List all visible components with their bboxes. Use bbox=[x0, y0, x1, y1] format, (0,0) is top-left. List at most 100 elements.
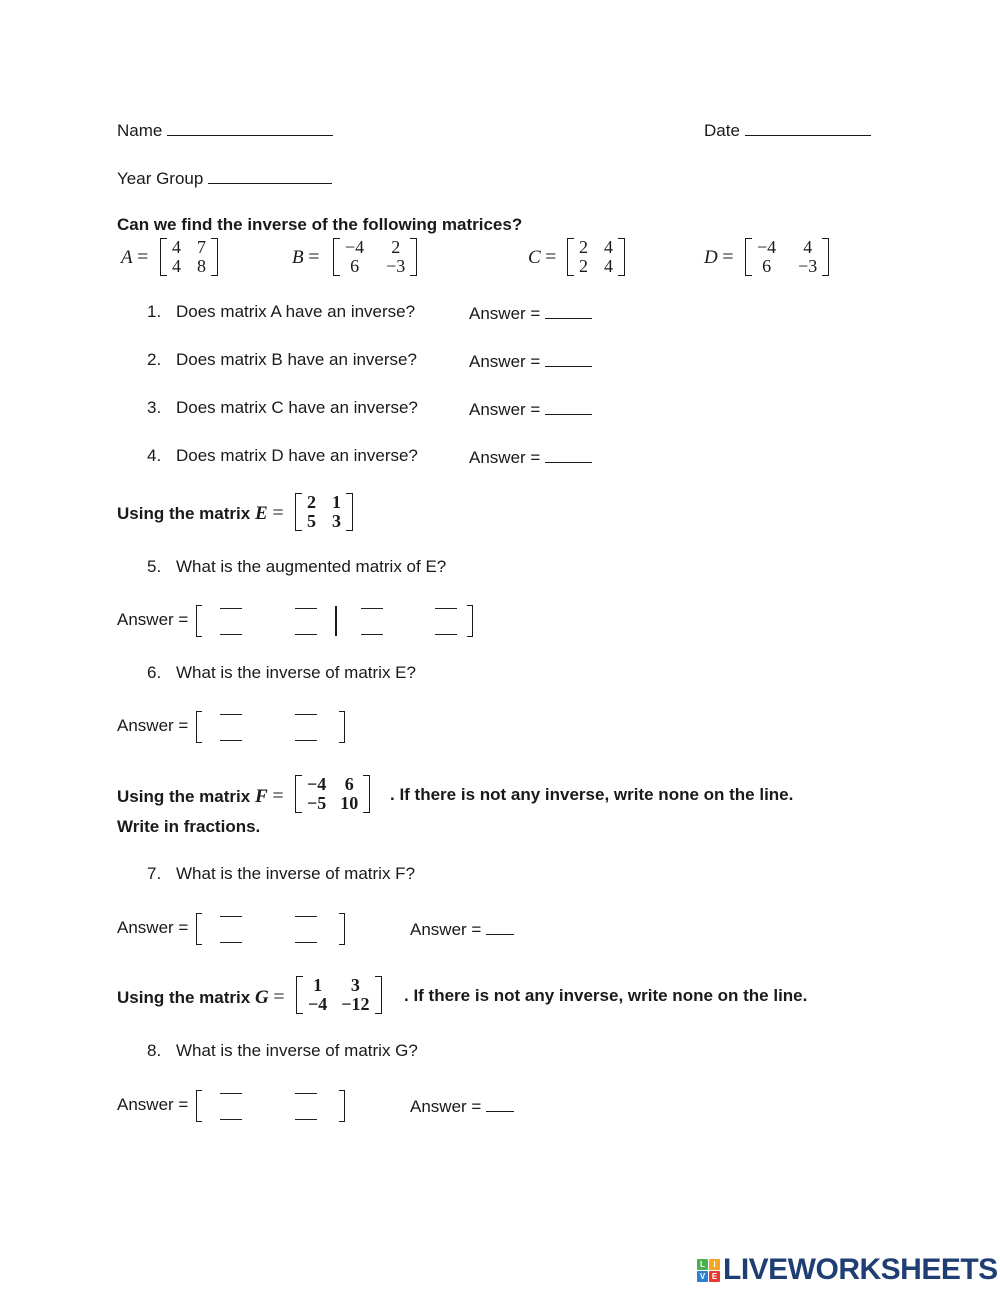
answer-6-inverse-matrix bbox=[196, 707, 345, 747]
answer-4-input[interactable] bbox=[545, 446, 593, 463]
matrix-e-cell: 2 bbox=[307, 492, 316, 512]
fraction-input[interactable] bbox=[295, 1090, 317, 1122]
matrix-e: 2 1 5 3 bbox=[295, 493, 353, 531]
answer-7-none: Answer = bbox=[410, 918, 515, 940]
logo-tile: E bbox=[709, 1270, 720, 1282]
matrix-f-cell: −4 bbox=[307, 774, 327, 794]
matrix-b-cell: −4 bbox=[345, 237, 365, 257]
matrix-b-cell: 2 bbox=[391, 237, 401, 257]
answer-1-input[interactable] bbox=[545, 302, 593, 319]
answer-7-inverse-matrix bbox=[196, 909, 345, 949]
answer-4: Answer = bbox=[469, 446, 593, 468]
fraction-input[interactable] bbox=[435, 605, 457, 637]
matrix-g-cell: 3 bbox=[350, 975, 360, 995]
year-group-label: Year Group bbox=[117, 169, 204, 188]
answer-3-input[interactable] bbox=[545, 398, 593, 415]
matrix-c-cell: 4 bbox=[604, 256, 613, 276]
answer-1: Answer = bbox=[469, 302, 593, 324]
logo-tile: L bbox=[697, 1258, 708, 1270]
question-1: 1. Does matrix A have an inverse? bbox=[147, 302, 416, 321]
date-field: Date bbox=[704, 119, 871, 141]
name-label: Name bbox=[117, 121, 163, 140]
logo-tiles-icon: L I V E bbox=[697, 1258, 720, 1282]
matrix-d-cell: 4 bbox=[803, 237, 813, 257]
question-7: 7. What is the inverse of matrix F? bbox=[147, 864, 416, 883]
fraction-input[interactable] bbox=[220, 711, 242, 743]
section3-instruction: . If there is not any inverse, write non… bbox=[390, 785, 794, 804]
name-input-line[interactable] bbox=[167, 119, 334, 136]
fraction-input[interactable] bbox=[220, 605, 242, 637]
section3-instruction-2: Write in fractions. bbox=[117, 817, 261, 836]
fraction-input[interactable] bbox=[220, 1090, 242, 1122]
answer-2: Answer = bbox=[469, 350, 593, 372]
matrix-a-label: A = bbox=[121, 246, 149, 268]
matrix-a: 4 7 4 8 bbox=[160, 238, 218, 276]
name-field: Name bbox=[117, 119, 334, 141]
matrix-e-cell: 5 bbox=[307, 511, 316, 531]
matrix-f-cell: −5 bbox=[307, 793, 327, 813]
matrix-g-cell: −12 bbox=[341, 994, 370, 1014]
matrix-d: −4 4 6 −3 bbox=[745, 237, 830, 276]
question-4: 4. Does matrix D have an inverse? bbox=[147, 446, 418, 465]
matrix-d-cell: −3 bbox=[798, 256, 818, 276]
answer-8-none: Answer = bbox=[410, 1095, 515, 1117]
logo-text: LIVEWORKSHEETS bbox=[723, 1253, 998, 1286]
matrix-f-cell: 10 bbox=[340, 793, 359, 813]
matrix-f-cell: 6 bbox=[344, 774, 354, 794]
matrix-b-label: B = bbox=[292, 246, 320, 268]
matrix-a-cell: 4 bbox=[172, 256, 181, 276]
question-3: 3. Does matrix C have an inverse? bbox=[147, 398, 418, 417]
answer-6-label: Answer = bbox=[117, 716, 189, 735]
matrix-a-cell: 4 bbox=[172, 237, 181, 257]
matrix-g: 1 3 −4 −12 bbox=[296, 976, 382, 1014]
answer-5-augmented-matrix bbox=[196, 601, 473, 641]
matrix-c-cell: 4 bbox=[604, 237, 613, 257]
date-input-line[interactable] bbox=[744, 119, 871, 136]
matrix-d-label: D = bbox=[704, 246, 734, 268]
question-6: 6. What is the inverse of matrix E? bbox=[147, 663, 416, 682]
section3-intro: Using the matrix F = bbox=[117, 785, 284, 807]
question-8: 8. What is the inverse of matrix G? bbox=[147, 1041, 418, 1060]
fraction-input[interactable] bbox=[220, 913, 242, 945]
answer-8-label: Answer = bbox=[117, 1095, 189, 1114]
fraction-input[interactable] bbox=[295, 605, 317, 637]
matrix-d-cell: −4 bbox=[757, 237, 777, 257]
matrix-f: −4 6 −5 10 bbox=[295, 774, 371, 813]
answer-7-none-input[interactable] bbox=[486, 918, 515, 935]
matrix-b: −4 2 6 −3 bbox=[333, 237, 418, 276]
question-2: 2. Does matrix B have an inverse? bbox=[147, 350, 417, 369]
section4-instruction: . If there is not any inverse, write non… bbox=[404, 986, 808, 1005]
matrix-c: 2 4 2 4 bbox=[567, 238, 625, 276]
year-group-input-line[interactable] bbox=[208, 167, 333, 184]
matrix-a-cell: 7 bbox=[197, 237, 206, 257]
answer-5-label: Answer = bbox=[117, 610, 189, 629]
year-group-field: Year Group bbox=[117, 167, 333, 189]
logo-tile: I bbox=[709, 1258, 720, 1270]
logo-tile: V bbox=[697, 1270, 708, 1282]
matrix-c-cell: 2 bbox=[579, 256, 588, 276]
answer-8-none-input[interactable] bbox=[486, 1095, 515, 1112]
section2-intro: Using the matrix E = bbox=[117, 502, 284, 524]
matrix-g-cell: −4 bbox=[308, 994, 328, 1014]
matrix-b-cell: 6 bbox=[350, 256, 360, 276]
section1-heading: Can we find the inverse of the following… bbox=[117, 215, 523, 234]
matrix-e-cell: 3 bbox=[332, 511, 341, 531]
matrix-a-cell: 8 bbox=[197, 256, 206, 276]
answer-2-input[interactable] bbox=[545, 350, 593, 367]
matrix-g-cell: 1 bbox=[313, 975, 323, 995]
fraction-input[interactable] bbox=[295, 711, 317, 743]
fraction-input[interactable] bbox=[361, 605, 383, 637]
answer-8-inverse-matrix bbox=[196, 1086, 345, 1126]
matrix-b-cell: −3 bbox=[386, 256, 406, 276]
augment-divider bbox=[335, 606, 337, 636]
matrix-c-label: C = bbox=[528, 246, 557, 268]
liveworksheets-logo: L I V E LIVEWORKSHEETS bbox=[697, 1253, 998, 1286]
question-5: 5. What is the augmented matrix of E? bbox=[147, 557, 447, 576]
answer-3: Answer = bbox=[469, 398, 593, 420]
answer-7-label: Answer = bbox=[117, 918, 189, 937]
fraction-input[interactable] bbox=[295, 913, 317, 945]
date-label: Date bbox=[704, 121, 740, 140]
matrix-e-cell: 1 bbox=[332, 492, 341, 512]
matrix-d-cell: 6 bbox=[762, 256, 772, 276]
matrix-c-cell: 2 bbox=[579, 237, 588, 257]
